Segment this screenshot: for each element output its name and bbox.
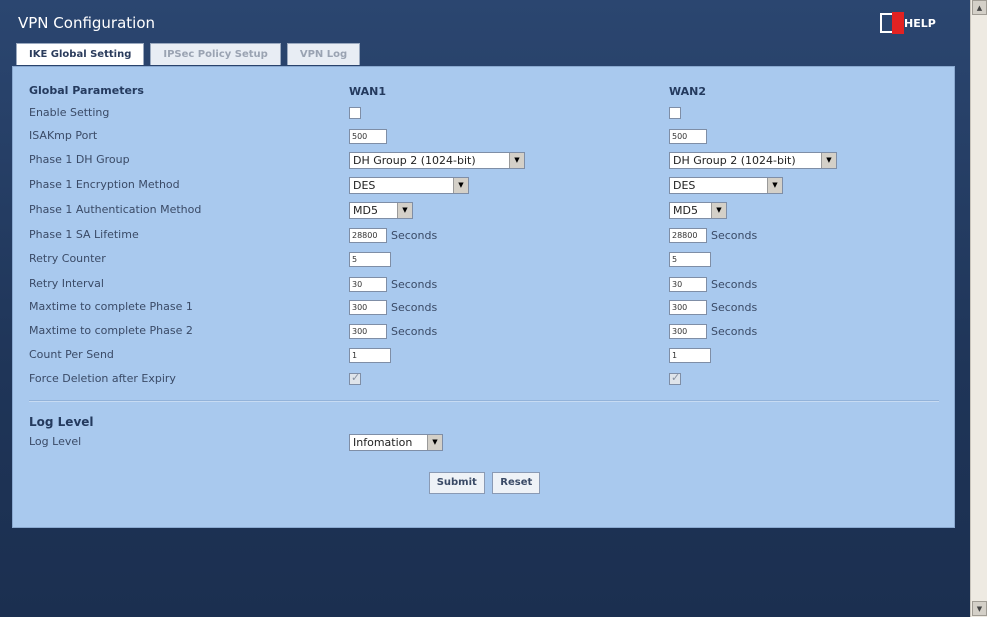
tab-bar: IKE Global Setting IPSec Policy Setup VP… <box>16 43 366 65</box>
chevron-down-icon: ▼ <box>397 202 412 218</box>
wan1-retry-interval-input[interactable] <box>349 276 387 292</box>
log-level-select[interactable]: Infomation ▼ <box>349 433 443 451</box>
authentication-method-row: Phase 1 Authentication Method MD5 ▼ MD5 … <box>13 200 956 220</box>
sa-lifetime-row: Phase 1 SA Lifetime Seconds Seconds <box>13 225 956 245</box>
chevron-down-icon: ▼ <box>711 202 726 218</box>
scroll-up-icon[interactable]: ▲ <box>972 0 987 15</box>
enable-setting-label: Enable Setting <box>29 106 110 119</box>
wan2-maxtime-phase1-input[interactable] <box>669 299 707 315</box>
wan1-force-deletion-checkbox[interactable] <box>349 371 361 385</box>
wan2-retry-counter-input[interactable] <box>669 251 711 267</box>
chevron-down-icon: ▼ <box>821 152 836 168</box>
chevron-down-icon: ▼ <box>427 434 442 450</box>
authentication-method-label: Phase 1 Authentication Method <box>29 203 202 216</box>
wan2-dh-group-value: DH Group 2 (1024-bit) <box>673 153 796 167</box>
page-title: VPN Configuration <box>18 14 156 32</box>
wan1-authentication-value: MD5 <box>353 203 378 217</box>
chevron-down-icon: ▼ <box>509 152 524 168</box>
wan1-sa-lifetime-input[interactable] <box>349 227 387 243</box>
maxtime-phase2-label: Maxtime to complete Phase 2 <box>29 324 193 337</box>
dh-group-label: Phase 1 DH Group <box>29 153 130 166</box>
wan2-maxtime-phase1-unit: Seconds <box>711 300 758 314</box>
wan1-count-per-send-input[interactable] <box>349 347 391 363</box>
help-button[interactable]: HELP <box>880 12 936 34</box>
retry-interval-row: Retry Interval Seconds Seconds <box>13 274 956 294</box>
wan1-maxtime-phase2-unit: Seconds <box>391 324 438 338</box>
maxtime-phase1-row: Maxtime to complete Phase 1 Seconds Seco… <box>13 297 956 317</box>
wan2-maxtime-phase2-unit: Seconds <box>711 324 758 338</box>
tab-ipsec-policy-setup[interactable]: IPSec Policy Setup <box>150 43 281 65</box>
count-per-send-label: Count Per Send <box>29 348 114 361</box>
wan2-enable-checkbox[interactable] <box>669 107 681 119</box>
force-deletion-row: Force Deletion after Expiry <box>13 369 956 389</box>
retry-counter-row: Retry Counter <box>13 249 956 269</box>
wan2-sa-lifetime-unit: Seconds <box>711 228 758 242</box>
ike-settings-panel: Global Parameters WAN1 WAN2 Enable Setti… <box>12 66 955 528</box>
wan2-maxtime-phase2-input[interactable] <box>669 323 707 339</box>
tab-ike-global-setting[interactable]: IKE Global Setting <box>16 43 145 65</box>
wan1-encryption-select[interactable]: DES ▼ <box>349 176 469 194</box>
wan2-count-per-send-input[interactable] <box>669 347 711 363</box>
retry-counter-label: Retry Counter <box>29 252 106 265</box>
form-buttons: Submit Reset <box>13 472 956 494</box>
reset-button[interactable]: Reset <box>492 472 541 494</box>
encryption-method-label: Phase 1 Encryption Method <box>29 178 180 191</box>
count-per-send-row: Count Per Send <box>13 345 956 365</box>
vpn-config-window: VPN Configuration HELP IKE Global Settin… <box>0 0 970 617</box>
log-level-header-row: Log Level <box>13 412 956 432</box>
enable-setting-row: Enable Setting <box>13 103 956 123</box>
log-level-row: Log Level Infomation ▼ <box>13 432 956 452</box>
wan1-retry-counter-input[interactable] <box>349 251 391 267</box>
global-parameters-heading: Global Parameters <box>29 84 144 97</box>
wan2-retry-interval-input[interactable] <box>669 276 707 292</box>
vertical-scrollbar[interactable]: ▲ ▼ <box>970 0 987 617</box>
wan2-encryption-value: DES <box>673 178 696 192</box>
chevron-down-icon: ▼ <box>453 177 468 193</box>
wan1-maxtime-phase1-input[interactable] <box>349 299 387 315</box>
isakmp-port-row: ISAKmp Port <box>13 126 956 146</box>
submit-button[interactable]: Submit <box>428 472 485 494</box>
wan2-retry-interval-unit: Seconds <box>711 277 758 291</box>
dh-group-row: Phase 1 DH Group DH Group 2 (1024-bit) ▼… <box>13 150 956 170</box>
help-icon <box>880 12 904 34</box>
scroll-down-icon[interactable]: ▼ <box>972 601 987 616</box>
maxtime-phase1-label: Maxtime to complete Phase 1 <box>29 300 193 313</box>
log-level-value: Infomation <box>353 435 413 449</box>
isakmp-port-label: ISAKmp Port <box>29 129 98 142</box>
wan1-retry-interval-unit: Seconds <box>391 277 438 291</box>
wan1-authentication-select[interactable]: MD5 ▼ <box>349 201 413 219</box>
wan2-authentication-value: MD5 <box>673 203 698 217</box>
wan2-encryption-select[interactable]: DES ▼ <box>669 176 783 194</box>
wan1-dh-group-select[interactable]: DH Group 2 (1024-bit) ▼ <box>349 151 525 169</box>
wan2-sa-lifetime-input[interactable] <box>669 227 707 243</box>
global-parameters-header-row: Global Parameters WAN1 WAN2 <box>13 81 956 101</box>
chevron-down-icon: ▼ <box>767 177 782 193</box>
wan2-authentication-select[interactable]: MD5 ▼ <box>669 201 727 219</box>
wan1-maxtime-phase2-input[interactable] <box>349 323 387 339</box>
sa-lifetime-label: Phase 1 SA Lifetime <box>29 228 139 241</box>
log-level-label: Log Level <box>29 435 82 448</box>
encryption-method-row: Phase 1 Encryption Method DES ▼ DES ▼ <box>13 175 956 195</box>
section-divider <box>29 400 939 402</box>
wan1-sa-lifetime-unit: Seconds <box>391 228 438 242</box>
wan1-enable-checkbox[interactable] <box>349 107 361 119</box>
force-deletion-label: Force Deletion after Expiry <box>29 372 176 385</box>
wan1-maxtime-phase1-unit: Seconds <box>391 300 438 314</box>
log-level-heading: Log Level <box>29 415 94 429</box>
wan2-heading: WAN2 <box>669 84 707 98</box>
wan1-heading: WAN1 <box>349 84 387 98</box>
wan2-isakmp-port-input[interactable] <box>669 128 707 144</box>
wan2-dh-group-select[interactable]: DH Group 2 (1024-bit) ▼ <box>669 151 837 169</box>
wan2-force-deletion-checkbox[interactable] <box>669 371 681 385</box>
help-label: HELP <box>904 16 936 30</box>
retry-interval-label: Retry Interval <box>29 277 104 290</box>
wan1-isakmp-port-input[interactable] <box>349 128 387 144</box>
maxtime-phase2-row: Maxtime to complete Phase 2 Seconds Seco… <box>13 321 956 341</box>
wan1-encryption-value: DES <box>353 178 376 192</box>
tab-vpn-log[interactable]: VPN Log <box>286 43 361 65</box>
wan1-dh-group-value: DH Group 2 (1024-bit) <box>353 153 476 167</box>
